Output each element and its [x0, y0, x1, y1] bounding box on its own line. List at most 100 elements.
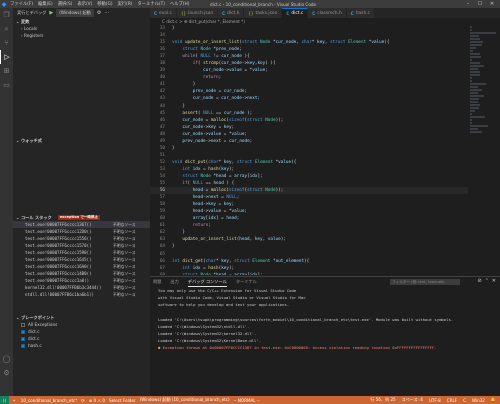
menu-item[interactable]: ターミナル(T): [137, 1, 164, 7]
maximize-panel-icon[interactable]: ⌃: [485, 278, 489, 284]
breakpoint-item[interactable]: All Exceptions: [13, 321, 150, 328]
code-line[interactable]: 58 head->key = key;: [150, 201, 500, 208]
code-line[interactable]: 53 int idx = hash(key);: [150, 166, 500, 173]
registers-node[interactable]: › Registers: [13, 32, 150, 39]
notifications-icon[interactable]: 🔔: [491, 397, 496, 403]
panel-tab[interactable]: 出力: [170, 277, 178, 287]
code-line[interactable]: 67 int idx = hash(key);: [150, 265, 500, 272]
panel-tab[interactable]: 問題: [153, 277, 161, 287]
code-line[interactable]: 62 }: [150, 229, 500, 236]
os-config-status[interactable]: Win32: [472, 398, 485, 403]
code-line[interactable]: 49 prev_node->next = cur_node;: [150, 138, 500, 145]
code-line[interactable]: 66 int dict_get(char* key, struct Element…: [150, 258, 500, 265]
maximize-icon[interactable]: ☐: [474, 0, 486, 8]
code-line[interactable]: 41 }: [150, 81, 500, 88]
callstack-frame[interactable]: test.exe!00007FF6cccc1570() 不明なソース: [13, 242, 150, 249]
language-status[interactable]: C: [463, 398, 466, 403]
code-line[interactable]: 38 if( strcmp(cur_node->key,key) ){: [150, 60, 500, 67]
code-line[interactable]: 68 struct Node *head = array[idx];: [150, 272, 500, 275]
code-line[interactable]: 40 return;: [150, 74, 500, 81]
code-line[interactable]: 48 cur_node->value = *value;: [150, 131, 500, 138]
code-line[interactable]: 46 cur_node = malloc(sizeof(struct Node)…: [150, 117, 500, 124]
callstack-header[interactable]: ⌄ コール スタック exception で一時停止: [13, 214, 150, 221]
debug-target-status[interactable]: (Windows) 起動 (10_conditional_branch_etc): [140, 397, 230, 403]
breakpoint-checkbox[interactable]: ✓: [21, 336, 25, 341]
breakpoint-item[interactable]: ✓ dict.c: [13, 335, 150, 342]
search-icon[interactable]: ⌕: [0, 22, 13, 36]
code-line[interactable]: 63 update_or_insert_list(head, key, valu…: [150, 236, 500, 243]
code-line[interactable]: 34: [150, 32, 500, 39]
eol-status[interactable]: CRLF: [447, 398, 457, 403]
code-line[interactable]: 55 if( NULL == head ) {: [150, 180, 500, 187]
problems-status[interactable]: ⊗ 0 ⚠ 0: [89, 398, 105, 403]
console-filter-input[interactable]: フィルター (例: text, !exclude): [390, 279, 460, 285]
tab-eval-c[interactable]: Ceval.c: [150, 8, 177, 18]
code-line[interactable]: 57 head->next = NULL;: [150, 194, 500, 201]
watch-header[interactable]: ⌄ ウォッチ式: [13, 137, 150, 144]
code-line[interactable]: 65: [150, 251, 500, 258]
code-line[interactable]: 59 head->value = *value;: [150, 208, 500, 215]
panel-tab[interactable]: デバッグ コンソール: [187, 277, 227, 287]
debug-config-select[interactable]: (Windows) 起動: [56, 9, 94, 17]
callstack-frame[interactable]: test.exe!00007FF6cccc1a0() 不明なソース: [13, 277, 150, 284]
code-line[interactable]: 56 head = malloc(sizeof(struct Node));: [150, 187, 500, 195]
close-panel-icon[interactable]: ✕: [492, 278, 496, 284]
code-line[interactable]: 52 void dict_put(char* key, struct Elemen…: [150, 159, 500, 166]
more-actions-icon[interactable]: ⋯: [104, 10, 109, 16]
breakpoint-checkbox[interactable]: [21, 322, 25, 327]
minimap[interactable]: [468, 25, 500, 275]
code-line[interactable]: 43 cur_node = cur_node->next;: [150, 95, 500, 102]
close-icon[interactable]: ✕: [486, 0, 498, 8]
menu-item[interactable]: ヘルプ(H): [170, 1, 189, 7]
code-editor[interactable]: 33} 34 35 void update_or_insert_list(struct…: [150, 25, 500, 275]
menu-item[interactable]: 選択(S): [58, 1, 73, 7]
select-folder-status[interactable]: Select Folder: [109, 398, 136, 403]
code-line[interactable]: 35 void update_or_insert_list(struct Node…: [150, 39, 500, 46]
variables-header[interactable]: ⌄ 変数: [13, 18, 150, 25]
callstack-frame[interactable]: test.exe!00007FF6cccc16A0() 不明なソース: [13, 263, 150, 270]
start-debug-icon[interactable]: ▶: [49, 10, 53, 16]
menu-item[interactable]: ファイル(F): [10, 1, 33, 7]
manage-gear-icon[interactable]: ⚙: [0, 366, 13, 380]
code-line[interactable]: 44 }: [150, 103, 500, 110]
callstack-frame[interactable]: kernel32.dll!00007FFB6b3c3444() 不明なソース: [13, 284, 150, 291]
menu-item[interactable]: 編集(E): [38, 1, 53, 7]
remote-explorer-icon[interactable]: ▭: [0, 78, 13, 92]
source-control-icon[interactable]: ⑂: [0, 36, 13, 50]
breakpoint-checkbox[interactable]: ✓: [21, 343, 25, 348]
sync-icon[interactable]: ⟳: [81, 398, 84, 403]
code-line[interactable]: 42 prev_node = cur_node;: [150, 88, 500, 95]
menu-item[interactable]: 実行(R): [118, 1, 133, 7]
code-line[interactable]: 36 struct Node *prev_node;: [150, 46, 500, 53]
callstack-frame[interactable]: ntdll.dll!00007FFB6c1ba6b1() 不明なソース: [13, 291, 150, 298]
code-line[interactable]: 45 assert( NULL == cur_node );: [150, 110, 500, 117]
menu-item[interactable]: 表示(V): [77, 1, 92, 7]
extensions-icon[interactable]: ⊞: [0, 64, 13, 78]
run-debug-icon[interactable]: ▷: [0, 50, 13, 64]
callstack-frame[interactable]: test.exe!00007FF6cccc1590() 不明なソース: [13, 249, 150, 256]
minimize-icon[interactable]: –: [462, 0, 474, 8]
tab-hash-c[interactable]: Chash.c: [346, 8, 376, 18]
tab-launch-json[interactable]: {} launch.json: [176, 8, 219, 18]
code-line[interactable]: 37 while( NULL != cur_node ){: [150, 53, 500, 60]
code-line[interactable]: 51: [150, 152, 500, 159]
callstack-frame[interactable]: test.exe!00007FF6cccc1556() 不明なソース: [13, 235, 150, 242]
tab-tasks-json[interactable]: {} tasks.json: [244, 8, 283, 18]
code-line[interactable]: 50}: [150, 145, 500, 152]
breadcrumb[interactable]: C dict.c > ⊕ dict_put(char *, Element *): [150, 18, 500, 25]
panel-tab[interactable]: ターミナル: [236, 277, 257, 287]
remote-icon[interactable]: ⟩⟨: [0, 396, 9, 404]
clear-console-icon[interactable]: ⊘: [477, 278, 481, 284]
menu-item[interactable]: 移動(G): [97, 1, 112, 7]
indent-status[interactable]: スペース: 4: [402, 397, 423, 403]
breakpoint-item[interactable]: ✓ hash.c: [13, 342, 150, 349]
breakpoint-checkbox[interactable]: ✓: [21, 329, 25, 334]
code-line[interactable]: 61 return;: [150, 222, 500, 229]
gutter[interactable]: [168, 32, 172, 39]
gutter[interactable]: [168, 152, 172, 159]
code-line[interactable]: 64}: [150, 243, 500, 250]
encoding-status[interactable]: UTF-8: [429, 398, 441, 403]
callstack-frame[interactable]: test.exe!00007FF6cccc1367() 不明なソース: [13, 221, 150, 228]
callstack-frame[interactable]: test.exe!00007FF6cccc1645() 不明なソース: [13, 256, 150, 263]
callstack-frame[interactable]: test.exe!00007FF6cccc12D0() 不明なソース: [13, 228, 150, 235]
